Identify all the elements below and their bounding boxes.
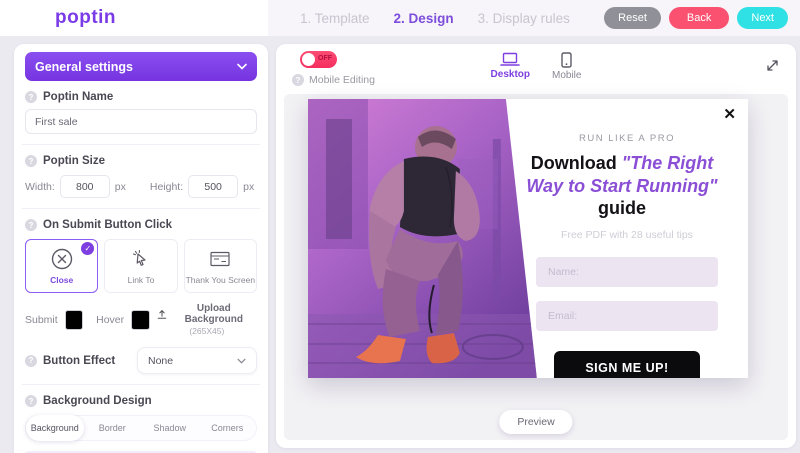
tab-border[interactable]: Border [84, 415, 142, 441]
device-view-tabs: Desktop Mobile [276, 52, 796, 81]
name-field[interactable] [536, 256, 718, 287]
canvas-toolbar: OFF ? Mobile Editing Desktop Mobile [276, 44, 796, 94]
divider [22, 384, 260, 385]
settings-sidebar: General settings ? Poptin Name ? Poptin … [14, 44, 268, 453]
chevron-down-icon [237, 63, 247, 70]
button-effect-row: ? Button Effect None [25, 347, 257, 374]
popup-preview[interactable]: ✕ RUN LIKE A PRO Download "The Right Way… [308, 99, 748, 378]
divider [22, 144, 260, 145]
height-label: Height: [149, 180, 184, 193]
button-effect-select[interactable]: None [137, 347, 257, 374]
submit-color-label: Submit [25, 313, 58, 326]
size-inputs-row: Width: px Height: px [25, 175, 257, 198]
poptin-size-label: Poptin Size [43, 155, 105, 167]
width-unit: px [114, 180, 126, 193]
help-icon: ? [25, 395, 37, 407]
top-header: poptin 1. Template 2. Design 3. Display … [0, 0, 800, 36]
mobile-tab-label: Mobile [551, 70, 582, 81]
popup-stage: ✕ RUN LIKE A PRO Download "The Right Way… [284, 94, 788, 440]
reset-button[interactable]: Reset [604, 7, 661, 29]
popup-subtext: Free PDF with 28 useful tips [561, 228, 693, 241]
popup-headline: Download "The Right Way to Start Running… [510, 152, 734, 220]
headline-prefix: Download [530, 153, 622, 173]
action-card-label: Link To [127, 275, 155, 285]
window-screen-icon [210, 251, 230, 267]
general-settings-title: General settings [35, 59, 133, 74]
background-design-label: Background Design [43, 395, 152, 407]
phone-icon [561, 52, 572, 68]
fullscreen-expand-icon[interactable] [765, 58, 780, 73]
help-icon: ? [25, 91, 37, 103]
step-design[interactable]: 2. Design [394, 11, 454, 26]
button-effect-value: None [148, 354, 174, 367]
poptin-name-row: ? Poptin Name [25, 91, 257, 103]
button-effect-label: Button Effect [43, 354, 116, 367]
height-unit: px [243, 180, 255, 193]
back-button[interactable]: Back [668, 7, 730, 29]
upload-size-hint: (265X45) [189, 326, 225, 336]
step-template[interactable]: 1. Template [300, 11, 370, 26]
tab-background[interactable]: Background [26, 415, 84, 441]
design-canvas: OFF ? Mobile Editing Desktop Mobile ✕ RU… [276, 44, 796, 448]
help-icon: ? [25, 155, 37, 167]
check-icon: ✓ [81, 242, 95, 255]
sign-me-up-button[interactable]: SIGN ME UP! [554, 350, 700, 378]
submit-action-cards: ✓ Close Link To Thank You Screen [25, 239, 257, 293]
background-design-tabs: Background Border Shadow Corners [25, 415, 257, 441]
close-circle-icon [51, 248, 72, 270]
mobile-view-tab[interactable]: Mobile [552, 52, 581, 81]
submit-color-swatch[interactable] [64, 309, 84, 330]
next-button[interactable]: Next [737, 7, 788, 29]
preview-button[interactable]: Preview [499, 410, 573, 434]
desktop-view-tab[interactable]: Desktop [491, 52, 530, 81]
popup-content: RUN LIKE A PRO Download "The Right Way t… [506, 99, 748, 378]
header-buttons: Reset Back Next [604, 7, 788, 29]
poptin-size-row: ? Poptin Size [25, 155, 257, 167]
poptin-name-label: Poptin Name [43, 91, 114, 103]
poptin-logo: poptin [55, 7, 117, 28]
chevron-down-icon [237, 358, 246, 364]
on-submit-label: On Submit Button Click [43, 219, 173, 231]
on-submit-row: ? On Submit Button Click [25, 219, 257, 231]
button-colors-row: Submit Hover Upload Background (265X45) [25, 303, 257, 336]
upload-button-background[interactable]: Upload Background (265X45) [157, 303, 257, 336]
desktop-tab-label: Desktop [490, 69, 530, 80]
wizard-steps: 1. Template 2. Design 3. Display rules [300, 11, 570, 26]
width-label: Width: [25, 180, 55, 193]
cursor-click-icon [132, 249, 146, 266]
action-card-link-to[interactable]: Link To [104, 239, 178, 293]
laptop-icon [500, 52, 521, 66]
help-icon: ? [25, 219, 37, 231]
upload-icon [157, 309, 166, 319]
popup-hero-image [308, 99, 537, 378]
tab-shadow[interactable]: Shadow [141, 415, 199, 441]
headline-suffix: guide [598, 198, 646, 218]
height-input[interactable] [188, 175, 239, 198]
tab-corners[interactable]: Corners [199, 415, 257, 441]
poptin-name-input[interactable] [25, 109, 257, 134]
step-display-rules[interactable]: 3. Display rules [478, 11, 570, 26]
upload-label: Upload Background [184, 303, 243, 325]
action-card-label: Close [50, 275, 74, 285]
popup-eyebrow: RUN LIKE A PRO [579, 133, 675, 144]
action-card-label: Thank You Screen [185, 275, 256, 285]
hover-color-label: Hover [96, 313, 125, 326]
hover-color-swatch[interactable] [131, 309, 150, 330]
background-design-row: ? Background Design [25, 395, 257, 407]
help-icon: ? [25, 354, 37, 367]
width-input[interactable] [59, 175, 110, 198]
divider [22, 208, 260, 209]
general-settings-header[interactable]: General settings [25, 52, 257, 81]
action-card-thank-you[interactable]: Thank You Screen [183, 239, 257, 293]
email-field[interactable] [536, 300, 718, 331]
action-card-close[interactable]: ✓ Close [25, 239, 99, 293]
